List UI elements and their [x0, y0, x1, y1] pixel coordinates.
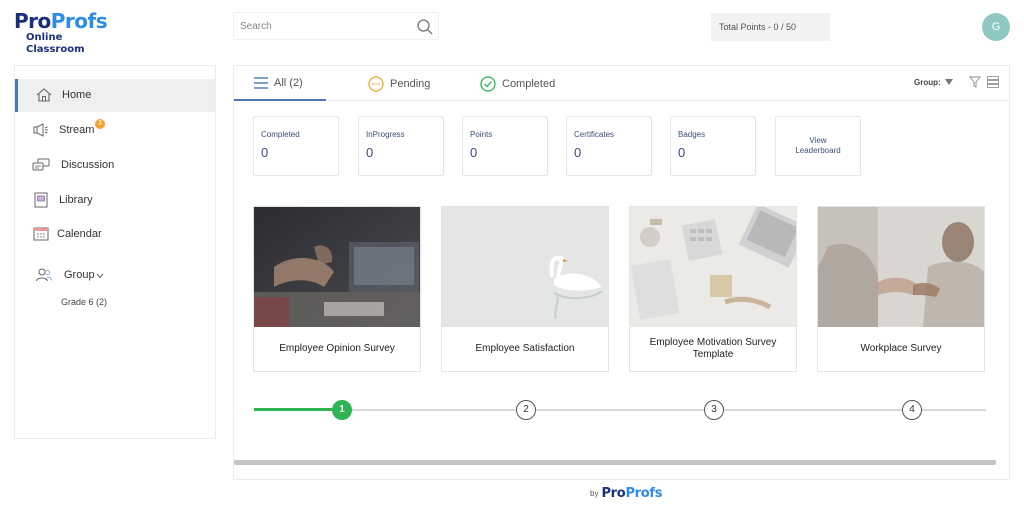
sidebar-item-label: Library	[59, 194, 93, 206]
proprofs-logo[interactable]: ProProfs Online Classroom	[14, 9, 124, 55]
group-label: Group	[64, 269, 95, 281]
stat-points: Points 0	[462, 116, 548, 176]
tab-pending-label: Pending	[390, 77, 431, 90]
main-panel: All (2) Pending Completed Group: Complet…	[233, 65, 1010, 480]
sidebar-group-toggle[interactable]: Group	[15, 259, 215, 292]
chat-icon	[32, 158, 50, 171]
sidebar-item-label: Home	[62, 89, 92, 101]
search-input[interactable]	[234, 13, 414, 39]
group-item-grade[interactable]: Grade 6 (2)	[61, 297, 107, 307]
stat-label: Certificates	[574, 130, 615, 139]
survey-card-title: Workplace Survey	[860, 343, 942, 354]
tab-completed[interactable]: Completed	[480, 66, 555, 101]
survey-thumbnail-swan	[442, 207, 608, 327]
users-icon	[36, 268, 52, 282]
survey-card[interactable]: Employee Motivation Survey Template	[629, 206, 797, 372]
survey-card[interactable]: Employee Satisfaction	[441, 206, 609, 372]
total-points: Total Points - 0 / 50	[711, 13, 830, 41]
page-dot-4[interactable]: 4	[902, 400, 922, 420]
sidebar-item-discussion[interactable]: Discussion	[15, 149, 215, 182]
group-filter-label: Group:	[914, 77, 941, 87]
survey-thumbnail-handshake	[818, 207, 984, 327]
sidebar-item-label: Calendar	[57, 228, 102, 240]
sidebar-item-stream[interactable]: Stream 3	[15, 114, 215, 147]
footer-by: by	[590, 489, 599, 498]
stat-value: 0	[574, 145, 582, 160]
sidebar-item-library[interactable]: Library	[15, 184, 215, 217]
tab-all-label: All (2)	[274, 76, 303, 89]
footer-branding[interactable]: by ProProfs	[590, 486, 663, 501]
sidebar: Home Stream 3 Discussion Library Calenda…	[14, 65, 216, 439]
sidebar-item-home[interactable]: Home	[15, 79, 215, 112]
sidebar-item-label: Stream	[59, 124, 95, 136]
book-icon	[34, 192, 48, 208]
check-circle-icon	[480, 75, 496, 92]
page-dot-3[interactable]: 3	[704, 400, 724, 420]
survey-card-title: Employee Motivation Survey Template	[649, 337, 777, 360]
survey-thumbnail-desk	[630, 207, 796, 327]
stat-certificates: Certificates 0	[566, 116, 652, 176]
survey-card-title: Employee Opinion Survey	[279, 343, 395, 354]
filter-icon[interactable]	[968, 76, 981, 88]
view-leaderboard-button[interactable]: View Leaderboard	[775, 116, 861, 176]
stat-label: Points	[470, 130, 493, 139]
stat-badges: Badges 0	[670, 116, 756, 176]
calendar-icon	[33, 227, 49, 241]
survey-card[interactable]: Employee Opinion Survey	[253, 206, 421, 372]
stepper-progress	[254, 408, 342, 411]
stat-label: Completed	[261, 130, 300, 139]
stat-completed: Completed 0	[253, 116, 339, 176]
pagination-stepper: 1 2 3 4	[254, 398, 986, 422]
leaderboard-line1: View	[809, 136, 827, 145]
stat-label: InProgress	[366, 130, 405, 139]
tab-all[interactable]: All (2)	[234, 66, 326, 101]
search-icon[interactable]	[416, 18, 434, 36]
home-icon	[36, 88, 52, 102]
tab-pending[interactable]: Pending	[368, 66, 430, 101]
stat-value: 0	[261, 145, 269, 160]
caret-down-icon	[944, 79, 953, 85]
sidebar-item-calendar[interactable]: Calendar	[15, 218, 215, 251]
logo-wordmark: ProProfs	[14, 9, 108, 33]
stat-label: Badges	[678, 130, 706, 139]
list-icon	[254, 76, 268, 89]
stream-badge: 3	[95, 119, 105, 129]
logo-subtitle: Online Classroom	[26, 32, 85, 55]
page-dot-1[interactable]: 1	[332, 400, 352, 420]
sidebar-item-label: Discussion	[61, 159, 115, 171]
footer-logo: ProProfs	[601, 486, 663, 501]
pending-icon	[368, 75, 384, 92]
page-dot-2[interactable]: 2	[516, 400, 536, 420]
megaphone-icon	[33, 123, 48, 137]
search-box	[233, 12, 439, 40]
stepper-track	[254, 409, 986, 411]
survey-thumbnail-meeting	[254, 207, 420, 327]
survey-card[interactable]: Workplace Survey	[817, 206, 985, 372]
stat-value: 0	[366, 145, 374, 160]
tab-completed-label: Completed	[502, 77, 556, 90]
group-filter[interactable]: Group:	[914, 76, 999, 88]
tab-bar: All (2) Pending Completed Group:	[234, 66, 1009, 101]
stat-value: 0	[678, 145, 686, 160]
survey-card-title: Employee Satisfaction	[475, 343, 575, 354]
stat-value: 0	[470, 145, 478, 160]
chevron-down-icon	[96, 273, 104, 279]
horizontal-scrollbar[interactable]	[234, 460, 996, 465]
user-avatar[interactable]: G	[982, 13, 1010, 41]
leaderboard-line2: Leaderboard	[795, 146, 841, 155]
stat-inprogress: InProgress 0	[358, 116, 444, 176]
list-view-icon[interactable]	[986, 76, 999, 88]
